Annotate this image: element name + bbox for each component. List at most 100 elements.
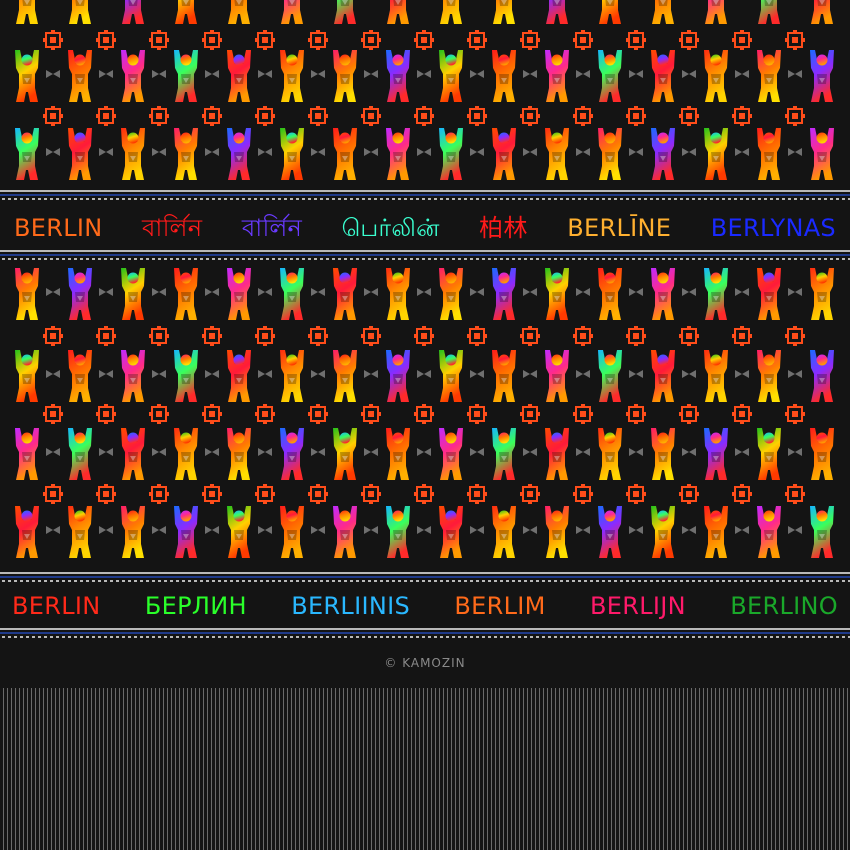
buddy-bear-icon <box>651 506 675 558</box>
border-dot <box>152 636 155 638</box>
border-dot <box>332 580 335 582</box>
border-dot <box>464 198 467 200</box>
border-dot <box>134 258 137 260</box>
border-dot <box>20 636 23 638</box>
border-dot <box>68 636 71 638</box>
border-line <box>0 254 850 256</box>
border-dot <box>824 580 827 582</box>
emblem-icon <box>308 404 328 424</box>
border-dot <box>212 198 215 200</box>
bowtie-icon <box>311 148 325 156</box>
border-dot <box>482 580 485 582</box>
border-dot <box>140 580 143 582</box>
bowtie-icon <box>523 70 537 78</box>
border-dot <box>146 258 149 260</box>
border-dot <box>476 580 479 582</box>
border-dot <box>626 636 629 638</box>
emblem-icon <box>202 404 222 424</box>
border-dot <box>164 636 167 638</box>
border-dot <box>692 580 695 582</box>
border-dot <box>494 580 497 582</box>
buddy-bear-icon <box>811 0 833 24</box>
border-dot <box>272 636 275 638</box>
border-dot <box>224 636 227 638</box>
border-dot <box>746 258 749 260</box>
border-dot <box>686 580 689 582</box>
buddy-bear-icon <box>15 268 39 320</box>
border-dot <box>242 258 245 260</box>
border-dot <box>122 580 125 582</box>
border-dot <box>746 198 749 200</box>
buddy-bear-icon <box>757 50 781 102</box>
emblem-icon <box>467 106 487 126</box>
border-dot <box>110 198 113 200</box>
bowtie-icon <box>152 288 166 296</box>
border-dot <box>362 580 365 582</box>
buddy-bear-icon <box>652 0 674 24</box>
border-dot <box>620 198 623 200</box>
border-dot <box>8 580 11 582</box>
border-dot <box>674 580 677 582</box>
border-dot <box>560 580 563 582</box>
border-dot <box>404 198 407 200</box>
buddy-bear-icon <box>492 128 516 180</box>
border-dot <box>824 198 827 200</box>
border-dot <box>596 258 599 260</box>
border-dot <box>584 198 587 200</box>
border-dot <box>614 198 617 200</box>
border-dot <box>782 198 785 200</box>
border-dot <box>398 198 401 200</box>
bowtie-icon <box>258 70 272 78</box>
bowtie-icon <box>311 526 325 534</box>
border-dot <box>416 636 419 638</box>
buddy-bear-icon <box>598 268 622 320</box>
emblem-icon <box>96 326 116 346</box>
border-dot <box>230 258 233 260</box>
border-dot <box>716 258 719 260</box>
border-dot <box>566 258 569 260</box>
border-dot <box>44 580 47 582</box>
border-dot <box>326 198 329 200</box>
border-dot <box>524 636 527 638</box>
bowtie-icon <box>205 448 219 456</box>
border-dot <box>404 258 407 260</box>
buddy-bear-icon <box>598 128 622 180</box>
border-dot <box>68 258 71 260</box>
bowtie-icon <box>735 370 749 378</box>
emblem-icon <box>255 484 275 504</box>
border-dot <box>512 258 515 260</box>
border-dot <box>602 636 605 638</box>
emblem-icon <box>732 106 752 126</box>
border-dot <box>512 636 515 638</box>
border-dot <box>188 636 191 638</box>
buddy-bear-icon <box>704 350 728 402</box>
border-dot <box>578 580 581 582</box>
border-dot <box>830 198 833 200</box>
bowtie-icon <box>364 148 378 156</box>
border-dot <box>242 636 245 638</box>
border-dot <box>458 198 461 200</box>
border-dot <box>440 636 443 638</box>
emblem-icon <box>96 404 116 424</box>
border-dot <box>206 636 209 638</box>
emblem-icon <box>732 404 752 424</box>
border-dot <box>302 580 305 582</box>
border-dot <box>722 258 725 260</box>
buddy-bear-icon <box>492 50 516 102</box>
buddy-bear-icon <box>758 0 780 24</box>
border-dot <box>350 580 353 582</box>
border-dot <box>506 636 509 638</box>
emblem-icon <box>414 326 434 346</box>
border-dot <box>20 580 23 582</box>
bowtie-icon <box>682 70 696 78</box>
border-dot <box>650 636 653 638</box>
border-dot <box>446 636 449 638</box>
bowtie-icon <box>46 148 60 156</box>
border-dot <box>68 580 71 582</box>
buddy-bear-icon <box>174 268 198 320</box>
border-dot <box>836 198 839 200</box>
buddy-bear-icon <box>492 428 516 480</box>
border-dot <box>800 258 803 260</box>
border-dot <box>554 636 557 638</box>
border-dot <box>98 636 101 638</box>
